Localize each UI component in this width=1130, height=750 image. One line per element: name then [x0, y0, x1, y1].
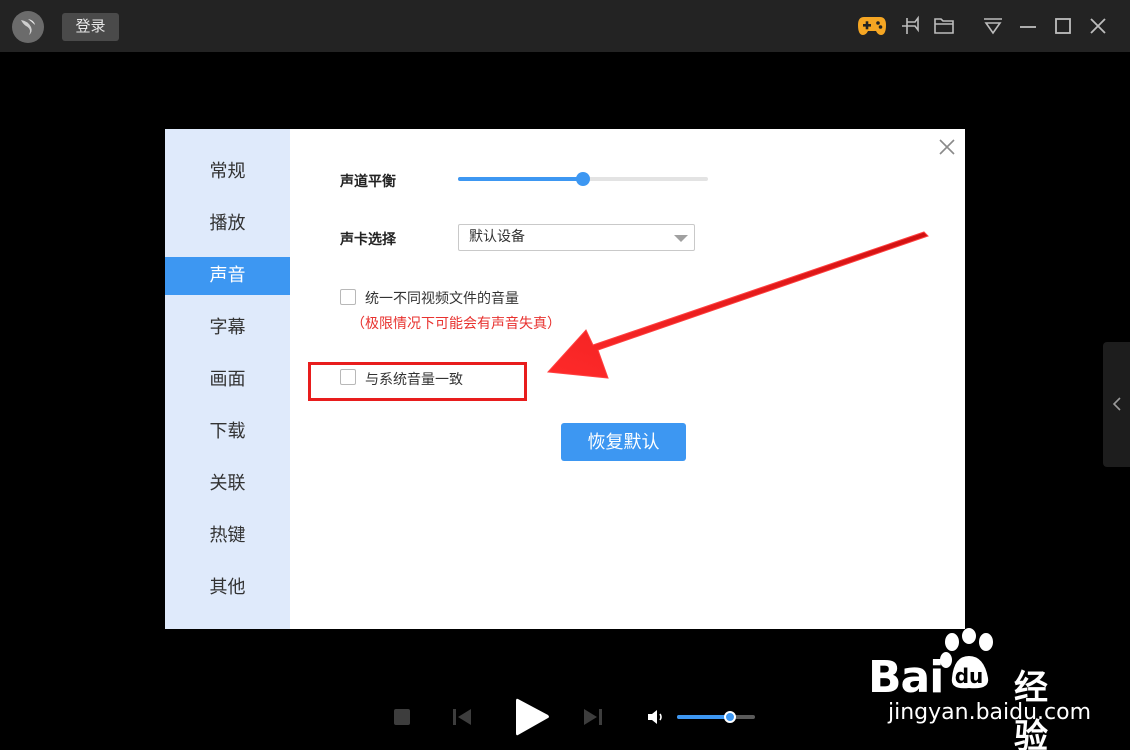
nav-item-picture[interactable]: 画面 [165, 361, 290, 399]
unify-volume-checkbox[interactable] [340, 289, 356, 305]
minimize-icon[interactable] [1016, 14, 1042, 40]
volume-slider-fill [677, 715, 731, 719]
gamepad-icon[interactable] [857, 13, 886, 39]
balance-label: 声道平衡 [340, 174, 396, 190]
menu-dropdown-icon[interactable] [981, 14, 1007, 40]
nav-item-hotkeys[interactable]: 热键 [165, 517, 290, 555]
sound-device-value: 默认设备 [469, 229, 525, 245]
close-dialog-icon[interactable] [937, 137, 957, 157]
previous-track-icon[interactable] [451, 706, 473, 732]
nav-item-download[interactable]: 下载 [165, 413, 290, 451]
baidu-jingyan-watermark: Bai du 经验 jingyan.baidu.com [868, 628, 1091, 750]
close-window-icon[interactable] [1086, 14, 1112, 40]
nav-item-general[interactable]: 常规 [165, 153, 290, 191]
svg-text:du: du [955, 664, 984, 688]
stop-icon[interactable] [393, 708, 411, 730]
app-logo-icon[interactable] [12, 11, 44, 43]
pin-icon[interactable] [898, 14, 924, 40]
volume-slider-thumb[interactable] [724, 711, 737, 723]
balance-slider[interactable] [458, 172, 708, 186]
folder-icon[interactable] [932, 14, 958, 40]
balance-slider-fill [458, 177, 583, 181]
nav-item-other[interactable]: 其他 [165, 569, 290, 607]
settings-nav: 常规 播放 声音 字幕 画面 下载 关联 热键 其他 [165, 129, 290, 629]
watermark-url: jingyan.baidu.com [888, 700, 1092, 725]
annotation-highlight-box [308, 362, 527, 401]
balance-slider-thumb[interactable] [576, 172, 590, 186]
volume-slider[interactable] [677, 711, 755, 723]
watermark-brand: Bai [868, 652, 944, 703]
unify-volume-label: 统一不同视频文件的音量 [365, 291, 519, 307]
play-icon[interactable] [513, 696, 551, 742]
next-track-icon[interactable] [582, 706, 604, 732]
unify-volume-warning: （极限情况下可能会有声音失真） [351, 316, 561, 332]
maximize-icon[interactable] [1051, 14, 1077, 40]
settings-dialog: 常规 播放 声音 字幕 画面 下载 关联 热键 其他 声道平衡 声卡选择 默认设… [165, 129, 965, 629]
paw-logo-icon: du [940, 628, 993, 689]
restore-defaults-button[interactable]: 恢复默认 [561, 423, 686, 461]
title-bar: 登录 [0, 0, 1130, 52]
device-label: 声卡选择 [340, 232, 396, 248]
volume-icon[interactable] [646, 707, 666, 731]
sidebar-toggle-handle[interactable] [1103, 342, 1130, 467]
login-button[interactable]: 登录 [62, 13, 119, 41]
nav-item-association[interactable]: 关联 [165, 465, 290, 503]
caret-down-icon [674, 235, 688, 242]
sound-device-select[interactable]: 默认设备 [458, 224, 695, 251]
nav-item-subtitles[interactable]: 字幕 [165, 309, 290, 347]
nav-item-sound[interactable]: 声音 [165, 257, 290, 295]
chevron-left-icon [1112, 397, 1121, 411]
nav-item-playback[interactable]: 播放 [165, 205, 290, 243]
